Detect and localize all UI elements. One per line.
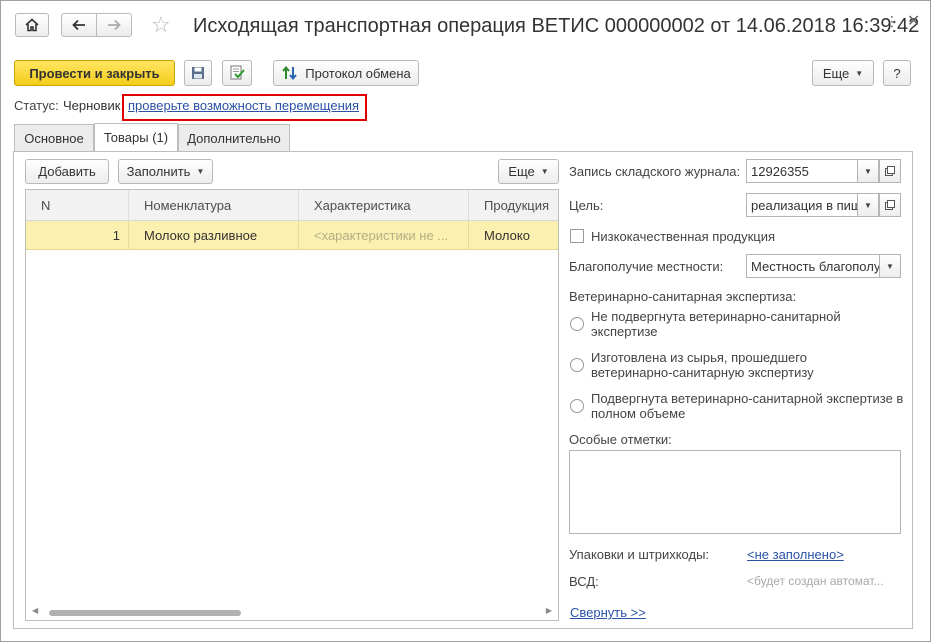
column-header-n[interactable]: N — [26, 190, 129, 221]
save-button[interactable] — [184, 60, 212, 86]
wellbeing-dropdown[interactable]: ▼ — [879, 254, 901, 278]
forward-button[interactable] — [96, 13, 132, 37]
expertise-option-3-line2: полном объеме — [591, 406, 686, 421]
row-number: 1 — [26, 221, 129, 250]
column-header-product[interactable]: Продукция — [469, 190, 558, 221]
wellbeing-field[interactable]: Местность благополу — [746, 254, 880, 278]
arrow-right-icon — [108, 19, 121, 31]
vsd-label: ВСД: — [569, 574, 599, 589]
fill-button[interactable]: Заполнить ▼ — [118, 159, 213, 184]
open-window-icon — [885, 166, 895, 176]
scroll-right-icon[interactable]: ▶ — [546, 606, 552, 615]
expertise-option-raw-material-label[interactable]: Изготовлена из сырья, прошедшего ветерин… — [591, 350, 814, 380]
protocol-exchange-button[interactable]: Протокол обмена — [273, 60, 419, 86]
table-header: N Номенклатура Характеристика Продукция — [26, 190, 558, 221]
home-button[interactable] — [15, 13, 49, 37]
low-quality-label: Низкокачественная продукция — [591, 229, 776, 244]
floppy-disk-icon — [192, 67, 204, 79]
arrow-left-icon — [72, 19, 85, 31]
row-nomenclature: Молоко разливное — [129, 221, 299, 250]
special-notes-label: Особые отметки: — [569, 432, 672, 447]
more-button[interactable]: Еще ▼ — [812, 60, 874, 86]
vsd-value: <будет создан автомат... — [747, 574, 884, 588]
more-button-label: Еще — [822, 65, 850, 81]
warehouse-journal-field[interactable]: 12926355 — [746, 159, 858, 183]
chevron-down-icon: ▼ — [864, 200, 872, 210]
chevron-down-icon: ▼ — [864, 166, 872, 176]
document-window: ☆ Исходящая транспортная операция ВЕТИС … — [0, 0, 931, 642]
special-notes-textarea[interactable] — [569, 450, 901, 534]
status-value: Черновик — [63, 98, 121, 113]
row-characteristic: <характеристики не ... — [299, 221, 469, 250]
wellbeing-label: Благополучие местности: — [569, 259, 724, 274]
help-button[interactable]: ? — [883, 60, 911, 86]
open-window-icon — [885, 200, 895, 210]
table-more-label: Еще — [508, 164, 535, 179]
scroll-left-icon[interactable]: ◀ — [32, 606, 38, 615]
chevron-down-icon: ▼ — [886, 261, 894, 271]
expertise-option-2-line1: Изготовлена из сырья, прошедшего — [591, 350, 807, 365]
purpose-open[interactable] — [879, 193, 901, 217]
expertise-option-1-line1: Не подвергнута ветеринарно-санитарной — [591, 309, 841, 324]
exchange-arrows-icon — [282, 65, 298, 81]
scrollbar-thumb[interactable] — [49, 610, 241, 616]
post-document-icon — [230, 65, 245, 80]
expertise-option-2-line2: ветеринарно-санитарную экспертизу — [591, 365, 814, 380]
table-more-button[interactable]: Еще ▼ — [498, 159, 559, 184]
more-options-icon[interactable]: ⋮ — [885, 13, 900, 30]
column-header-nomenclature[interactable]: Номенклатура — [129, 190, 299, 221]
expertise-option-not-subjected-radio[interactable] — [570, 317, 584, 331]
tab-main[interactable]: Основное — [14, 124, 94, 151]
horizontal-scrollbar[interactable]: ◀ ▶ — [26, 604, 558, 620]
tab-additional[interactable]: Дополнительно — [178, 124, 290, 151]
expertise-label: Ветеринарно-санитарная экспертиза: — [569, 289, 797, 304]
low-quality-checkbox[interactable] — [570, 229, 584, 243]
expertise-option-full-radio[interactable] — [570, 399, 584, 413]
warehouse-journal-open[interactable] — [879, 159, 901, 183]
purpose-label: Цель: — [569, 198, 604, 213]
purpose-dropdown[interactable]: ▼ — [857, 193, 879, 217]
packages-link[interactable]: <не заполнено> — [747, 547, 844, 562]
collapse-link[interactable]: Свернуть >> — [570, 605, 646, 620]
fill-button-label: Заполнить — [126, 164, 191, 179]
table-row[interactable]: 1 Молоко разливное <характеристики не ..… — [26, 221, 558, 250]
status-label: Статус: — [14, 98, 59, 113]
expertise-option-raw-material-radio[interactable] — [570, 358, 584, 372]
expertise-option-3-line1: Подвергнута ветеринарно-санитарной экспе… — [591, 391, 904, 406]
packages-label: Упаковки и штрихкоды: — [569, 547, 710, 562]
home-icon — [25, 18, 39, 32]
purpose-field[interactable]: реализация в пищ — [746, 193, 858, 217]
highlight-frame — [122, 94, 367, 121]
column-header-characteristic[interactable]: Характеристика — [299, 190, 469, 221]
add-button[interactable]: Добавить — [25, 159, 109, 184]
close-icon[interactable]: ✕ — [907, 11, 920, 31]
chevron-down-icon: ▼ — [196, 167, 205, 176]
protocol-exchange-label: Протокол обмена — [305, 65, 411, 81]
back-button[interactable] — [61, 13, 97, 37]
expertise-option-not-subjected-label[interactable]: Не подвергнута ветеринарно-санитарной эк… — [591, 309, 841, 339]
chevron-down-icon: ▼ — [540, 167, 549, 176]
post-document-button[interactable] — [222, 60, 252, 86]
favorite-star-icon[interactable]: ☆ — [151, 12, 171, 38]
expertise-option-1-line2: экспертизе — [591, 324, 658, 339]
goods-table[interactable]: N Номенклатура Характеристика Продукция … — [25, 189, 559, 621]
warehouse-journal-dropdown[interactable]: ▼ — [857, 159, 879, 183]
chevron-down-icon: ▼ — [855, 68, 864, 78]
page-title: Исходящая транспортная операция ВЕТИС 00… — [193, 15, 920, 37]
expertise-option-full-label[interactable]: Подвергнута ветеринарно-санитарной экспе… — [591, 391, 903, 421]
post-and-close-button[interactable]: Провести и закрыть — [14, 60, 175, 86]
tab-goods[interactable]: Товары (1) — [94, 123, 178, 151]
row-product: Молоко — [484, 228, 530, 243]
warehouse-journal-label: Запись складского журнала: — [569, 164, 741, 179]
